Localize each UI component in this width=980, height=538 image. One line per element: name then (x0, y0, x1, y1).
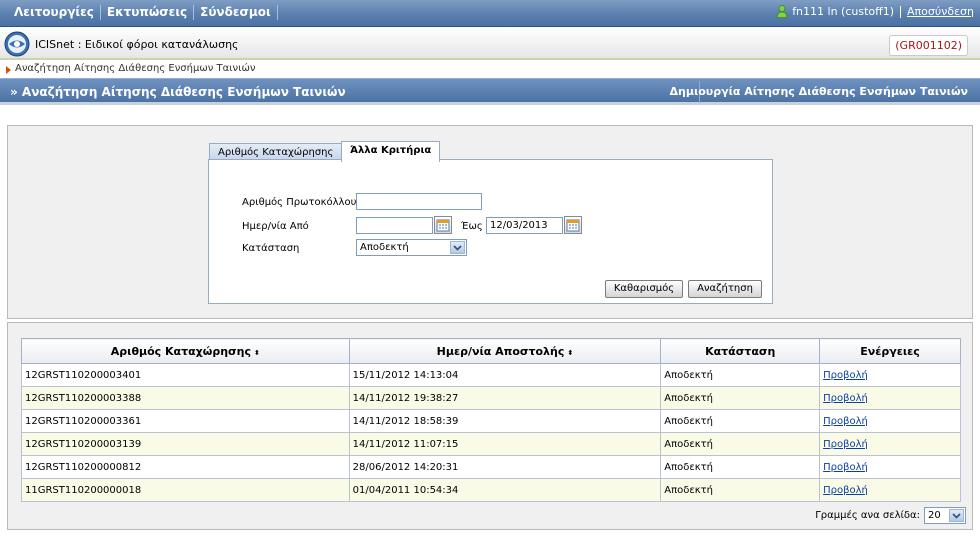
search-button[interactable]: Αναζήτηση (688, 280, 762, 298)
protocol-number-input[interactable] (356, 193, 482, 210)
view-link[interactable]: Προβολή (823, 393, 868, 404)
column-header-registration-number[interactable]: Αριθμός Καταχώρησης ⬍ (21, 338, 350, 364)
view-link[interactable]: Προβολή (823, 462, 868, 473)
rows-per-page-label: Γραμμές ανα σελίδα: (815, 510, 920, 521)
menu-item-prints[interactable]: Εκτυπώσεις (101, 5, 195, 20)
protocol-number-label: Αριθμός Πρωτοκόλλου (242, 197, 357, 208)
actions-cell: Προβολή (819, 409, 961, 433)
tab-registration-number[interactable]: Αριθμός Καταχώρησης (209, 143, 343, 160)
registration-number-cell: 12GRST110200003388 (21, 386, 350, 410)
table-row: 12GRST110200003388 14/11/2012 19:38:27 Α… (21, 386, 961, 410)
view-link[interactable]: Προβολή (823, 416, 868, 427)
status-select[interactable]: Αποδεκτή (356, 239, 467, 256)
actions-cell: Προβολή (819, 478, 961, 502)
calendar-icon[interactable] (564, 216, 582, 234)
results-panel: Αριθμός Καταχώρησης ⬍ Ημερ/νία Αποστολής ⬍… (7, 322, 973, 530)
table-row: 12GRST110200003139 14/11/2012 11:07:15 Α… (21, 432, 961, 456)
send-date-cell: 15/11/2012 14:13:04 (348, 363, 662, 387)
table-row: 12GRST110200003361 14/11/2012 18:58:39 Α… (21, 409, 961, 433)
breadcrumb-text[interactable]: Αναζήτηση Αίτησης Διάθεσης Ενσήμων Ταινι… (15, 63, 255, 74)
page-title: » Αναζήτηση Αίτησης Διάθεσης Ενσήμων Ται… (10, 85, 346, 99)
status-cell: Αποδεκτή (660, 455, 821, 479)
breadcrumb: Αναζήτηση Αίτησης Διάθεσης Ενσήμων Ταινι… (0, 62, 980, 77)
breadcrumb-arrow-icon (6, 66, 11, 74)
rows-per-page-value: 20 (928, 510, 941, 521)
chevron-down-icon (450, 241, 465, 254)
rows-per-page-select[interactable]: 20 (924, 507, 966, 524)
top-menu-bar: Λειτουργίες Εκτυπώσεις Σύνδεσμοι fn111 l… (0, 0, 980, 27)
user-name: fn111 ln (custoff1) (792, 5, 895, 18)
actions-cell: Προβολή (819, 363, 961, 387)
send-date-cell: 14/11/2012 11:07:15 (348, 432, 662, 456)
send-date-cell: 01/04/2011 10:54:34 (348, 478, 662, 502)
send-date-cell: 28/06/2012 14:20:31 (348, 455, 662, 479)
date-from-input[interactable] (356, 217, 433, 234)
user-area: fn111 ln (custoff1) Αποσύνδεση (776, 5, 974, 18)
status-cell: Αποδεκτή (660, 432, 821, 456)
date-from-label: Ημερ/νία Από (242, 221, 309, 232)
pagination-control: Γραμμές ανα σελίδα: 20 (815, 507, 966, 524)
table-header-row: Αριθμός Καταχώρησης ⬍ Ημερ/νία Αποστολής ⬍… (21, 338, 961, 364)
chevron-down-icon (949, 509, 964, 522)
status-cell: Αποδεκτή (660, 386, 821, 410)
status-cell: Αποδεκτή (660, 409, 821, 433)
table-row: 12GRST110200000812 28/06/2012 14:20:31 Α… (21, 455, 961, 479)
view-link[interactable]: Προβολή (823, 485, 868, 496)
clear-button[interactable]: Καθαρισμός (605, 280, 683, 298)
registration-number-cell: 12GRST110200003401 (21, 363, 350, 387)
table-row: 11GRST110200000018 01/04/2011 10:54:34 Α… (21, 478, 961, 502)
logout-link[interactable]: Αποσύνδεση (907, 5, 974, 18)
app-header: ICISnet : Ειδικοί φόροι κατανάλωσης (GR0… (0, 28, 980, 60)
registration-number-cell: 11GRST110200000018 (21, 478, 350, 502)
app-title: ICISnet : Ειδικοί φόροι κατανάλωσης (35, 38, 239, 51)
column-header-status: Κατάσταση (660, 338, 821, 364)
status-select-value: Αποδεκτή (360, 242, 409, 253)
results-table: Αριθμός Καταχώρησης ⬍ Ημερ/νία Αποστολής ⬍… (21, 338, 961, 502)
status-label: Κατάσταση (242, 243, 300, 254)
main-menu: Λειτουργίες Εκτυπώσεις Σύνδεσμοι (8, 5, 278, 20)
status-cell: Αποδεκτή (660, 478, 821, 502)
sort-icon[interactable]: ⬍ (254, 349, 260, 357)
view-link[interactable]: Προβολή (823, 439, 868, 450)
globe-logo-icon (4, 31, 30, 57)
tab-other-criteria[interactable]: Άλλα Κριτήρια (341, 141, 441, 162)
menu-item-functions[interactable]: Λειτουργίες (8, 5, 101, 20)
user-icon (776, 5, 788, 18)
actions-cell: Προβολή (819, 455, 961, 479)
office-code-badge: (GR001102) (889, 35, 968, 56)
date-to-input[interactable]: 12/03/2013 (486, 217, 563, 234)
menu-item-links[interactable]: Σύνδεσμοι (194, 5, 278, 20)
search-panel: Αριθμός Καταχώρησης Άλλα Κριτήρια Αριθμό… (7, 125, 973, 319)
date-to-label: Έως (461, 221, 483, 232)
send-date-cell: 14/11/2012 19:38:27 (348, 386, 662, 410)
registration-number-cell: 12GRST110200000812 (21, 455, 350, 479)
send-date-cell: 14/11/2012 18:58:39 (348, 409, 662, 433)
column-header-send-date[interactable]: Ημερ/νία Αποστολής ⬍ (348, 338, 662, 364)
status-cell: Αποδεκτή (660, 363, 821, 387)
view-link[interactable]: Προβολή (823, 370, 868, 381)
column-header-actions: Ενέργειες (819, 338, 961, 364)
table-row: 12GRST110200003401 15/11/2012 14:13:04 Α… (21, 363, 961, 387)
actions-cell: Προβολή (819, 386, 961, 410)
registration-number-cell: 12GRST110200003361 (21, 409, 350, 433)
registration-number-cell: 12GRST110200003139 (21, 432, 350, 456)
page-title-band: » Αναζήτηση Αίτησης Διάθεσης Ενσήμων Ται… (0, 78, 980, 105)
calendar-icon[interactable] (434, 216, 452, 234)
sort-icon[interactable]: ⬍ (567, 349, 573, 357)
create-request-link[interactable]: Δημιουργία Αίτησης Διάθεσης Ενσήμων Ταιν… (670, 85, 969, 98)
user-separator (900, 5, 902, 18)
criteria-form: Αριθμός Πρωτοκόλλου Ημερ/νία Από Έως 12/… (208, 159, 773, 304)
actions-cell: Προβολή (819, 432, 961, 456)
